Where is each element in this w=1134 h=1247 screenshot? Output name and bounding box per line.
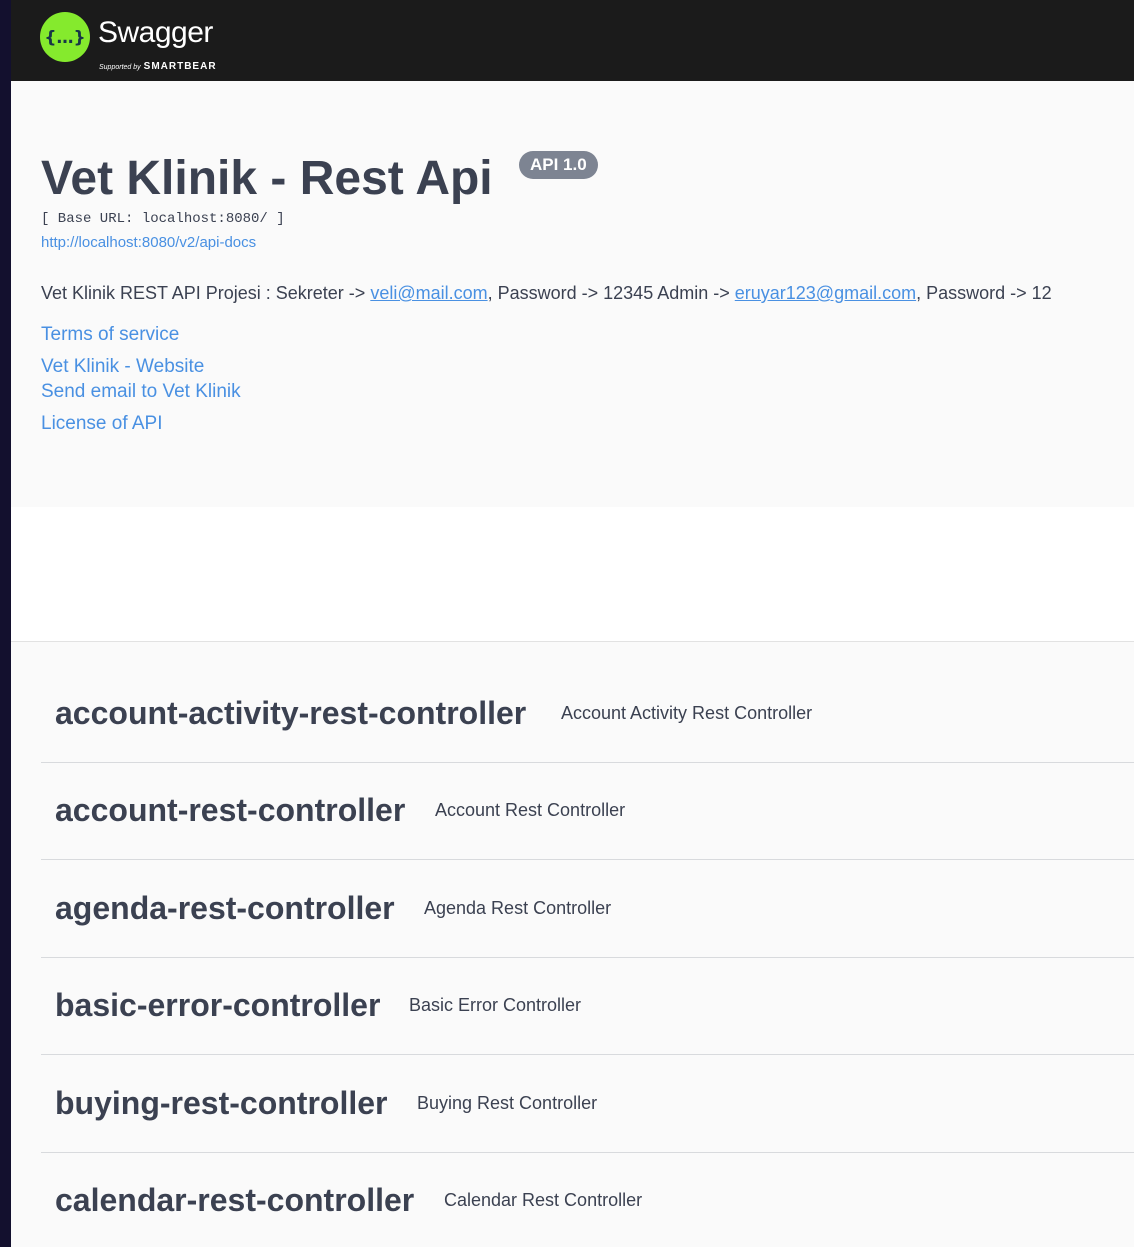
tag-row-buying[interactable]: buying-rest-controller Buying Rest Contr… (41, 1055, 1134, 1153)
email-link-secretary[interactable]: veli@mail.com (370, 283, 487, 303)
tag-row-account[interactable]: account-rest-controller Account Rest Con… (41, 762, 1134, 860)
tag-name[interactable]: buying-rest-controller (55, 1055, 387, 1152)
logo-word: Swagger (98, 16, 213, 49)
logo-supported-by: Supported by (99, 64, 141, 71)
contact-email-link[interactable]: Send email to Vet Klinik (41, 381, 241, 403)
base-url: [ Base URL: localhost:8080/ ] (41, 211, 285, 227)
tag-description: Basic Error Controller (409, 995, 582, 1015)
license-link[interactable]: License of API (41, 413, 162, 435)
logo-brand: SMARTBEAR (143, 61, 217, 72)
tag-row-agenda[interactable]: agenda-rest-controller Agenda Rest Contr… (41, 860, 1134, 958)
scheme-container (11, 507, 1134, 642)
tag-list: account-activity-rest-controller Account… (11, 642, 1134, 1247)
description-text-1: Vet Klinik REST API Projesi : Sekreter -… (41, 283, 371, 303)
tag-description: Account Rest Controller (435, 800, 626, 820)
api-docs-link[interactable]: http://localhost:8080/v2/api-docs (41, 234, 256, 251)
logo-subtitle: Supported by SMARTBEAR (99, 56, 217, 74)
api-info-section: Vet Klinik - Rest Api API 1.0 [ Base URL… (11, 81, 1134, 507)
page-title: Vet Klinik - Rest Api (41, 152, 493, 205)
tag-name[interactable]: agenda-rest-controller (55, 860, 395, 957)
tag-name[interactable]: account-rest-controller (55, 762, 405, 859)
tag-description: Buying Rest Controller (417, 1093, 598, 1113)
website-link[interactable]: Vet Klinik - Website (41, 356, 204, 378)
topbar: {…} Swagger Supported by SMARTBEAR (11, 0, 1134, 81)
description-text-2: , Password -> 12345 Admin -> (487, 283, 735, 303)
tag-name[interactable]: account-activity-rest-controller (55, 665, 526, 762)
logo-glyph: {…} (44, 28, 85, 48)
swagger-page: {…} Swagger Supported by SMARTBEAR Vet Kl… (11, 0, 1134, 1247)
tag-description: Account Activity Rest Controller (561, 703, 813, 723)
tag-row-basic-error[interactable]: basic-error-controller Basic Error Contr… (41, 957, 1134, 1055)
tag-description: Calendar Rest Controller (444, 1190, 643, 1210)
tag-name[interactable]: basic-error-controller (55, 957, 380, 1054)
tag-description: Agenda Rest Controller (424, 898, 612, 918)
terms-of-service-link[interactable]: Terms of service (41, 324, 179, 346)
swagger-logo-icon: {…} (40, 12, 90, 62)
tag-row-account-activity[interactable]: account-activity-rest-controller Account… (41, 665, 1134, 763)
tag-name[interactable]: calendar-rest-controller (55, 1152, 414, 1247)
email-link-admin[interactable]: eruyar123@gmail.com (735, 283, 916, 303)
description-text-3: , Password -> 12 (916, 283, 1052, 303)
api-description: Vet Klinik REST API Projesi : Sekreter -… (41, 283, 1052, 304)
version-badge: API 1.0 (519, 151, 598, 179)
tag-row-calendar[interactable]: calendar-rest-controller Calendar Rest C… (41, 1152, 1134, 1247)
